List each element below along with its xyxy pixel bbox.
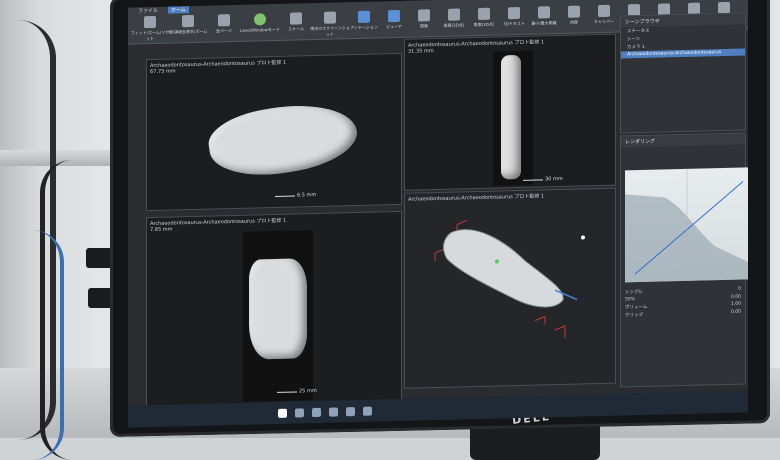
viewport-title: Archaeodontosaurus-Archaeodontosaurus プロ… <box>150 217 287 228</box>
light-marker <box>581 235 585 240</box>
search-icon[interactable] <box>295 407 304 417</box>
level-button[interactable]: Level/Windowモード <box>240 13 280 40</box>
tab-home[interactable]: ホーム <box>168 6 189 14</box>
viewport-dimension: 7.85 mm <box>150 226 173 234</box>
fossil-jaw-3d <box>443 229 564 308</box>
tab-file[interactable]: ファイル <box>138 7 158 14</box>
viewport-top-left[interactable]: Archaeodontosaurus-Archaeodontosaurus プロ… <box>146 52 402 212</box>
screenshot-icon <box>324 11 336 24</box>
task-view-icon[interactable] <box>312 407 321 417</box>
text-icon <box>508 6 520 20</box>
blue-cable <box>0 230 64 460</box>
close-icon <box>418 9 430 22</box>
scale-icon <box>290 12 302 25</box>
angle-icon <box>448 8 460 21</box>
panel-title: レンダリング <box>621 133 745 148</box>
viewport-bottom-left[interactable]: Archaeodontosaurus-Archaeodontosaurus プロ… <box>146 210 402 408</box>
viewer-icon <box>388 9 400 23</box>
viewport-3d[interactable]: Archaeodontosaurus-Archaeodontosaurus プロ… <box>404 187 616 389</box>
transfer-function-histogram[interactable] <box>625 167 748 283</box>
annotation-icon <box>358 10 370 23</box>
fossil-slice <box>501 54 521 180</box>
render-properties: シンプル 0 50% 0.00 ボリューム 1.00 クリップ 0.00 <box>621 285 745 319</box>
scale-bar: 25 mm <box>299 387 317 395</box>
histogram-graph <box>625 168 748 283</box>
viewport-top-right[interactable]: Archaeodontosaurus-Archaeodontosaurus プロ… <box>404 33 616 191</box>
zoom-button[interactable]: 閉/領域全表示/ズーム <box>168 14 208 42</box>
start-icon[interactable] <box>278 408 287 418</box>
distance-icon <box>538 6 550 19</box>
scene-browser-panel: シーンブラウザ ステータス シーン カメラ 1 Archaeodontosaur… <box>620 12 746 134</box>
monitor-screen: ファイル ホーム フィット/ズーム/リセット 閉/領域全表示/ズーム 全ページ … <box>128 0 748 428</box>
3d-scene <box>434 219 585 338</box>
explorer-icon[interactable] <box>329 406 338 417</box>
zoom-icon <box>182 14 194 28</box>
rendering-panel: レンダリング シンプル 0 50% 0.00 ボリューム 1.00 クリップ 0.00 <box>620 132 748 388</box>
angle-icon <box>478 7 490 21</box>
ribbon-tabs: ファイル ホーム <box>138 6 189 14</box>
fit-button[interactable]: フィット/ズーム/リセット <box>130 15 170 43</box>
viewport-dimension: 67.73 mm <box>150 68 176 76</box>
page-icon <box>218 14 230 27</box>
thickness-icon <box>568 5 580 18</box>
prop-row[interactable]: クリップ 0.00 <box>621 308 745 319</box>
caliper-icon <box>598 4 610 18</box>
viewport-dimension: 31.35 mm <box>408 48 434 55</box>
app-icon[interactable] <box>346 406 355 416</box>
viewport-title: Archaeodontosaurus-Archaeodontosaurus プロ… <box>150 59 287 70</box>
viewport-title: Archaeodontosaurus-Archaeodontosaurus プロ… <box>408 39 545 49</box>
fossil-slice <box>205 95 361 185</box>
app-icon[interactable] <box>363 406 372 416</box>
page-button[interactable]: 全ページ <box>204 14 244 41</box>
scale-bar: 6.5 mm <box>297 191 317 199</box>
fossil-slice <box>249 258 307 360</box>
level-icon <box>254 13 266 26</box>
fit-icon <box>144 15 156 29</box>
scale-bar: 30 mm <box>545 175 563 183</box>
